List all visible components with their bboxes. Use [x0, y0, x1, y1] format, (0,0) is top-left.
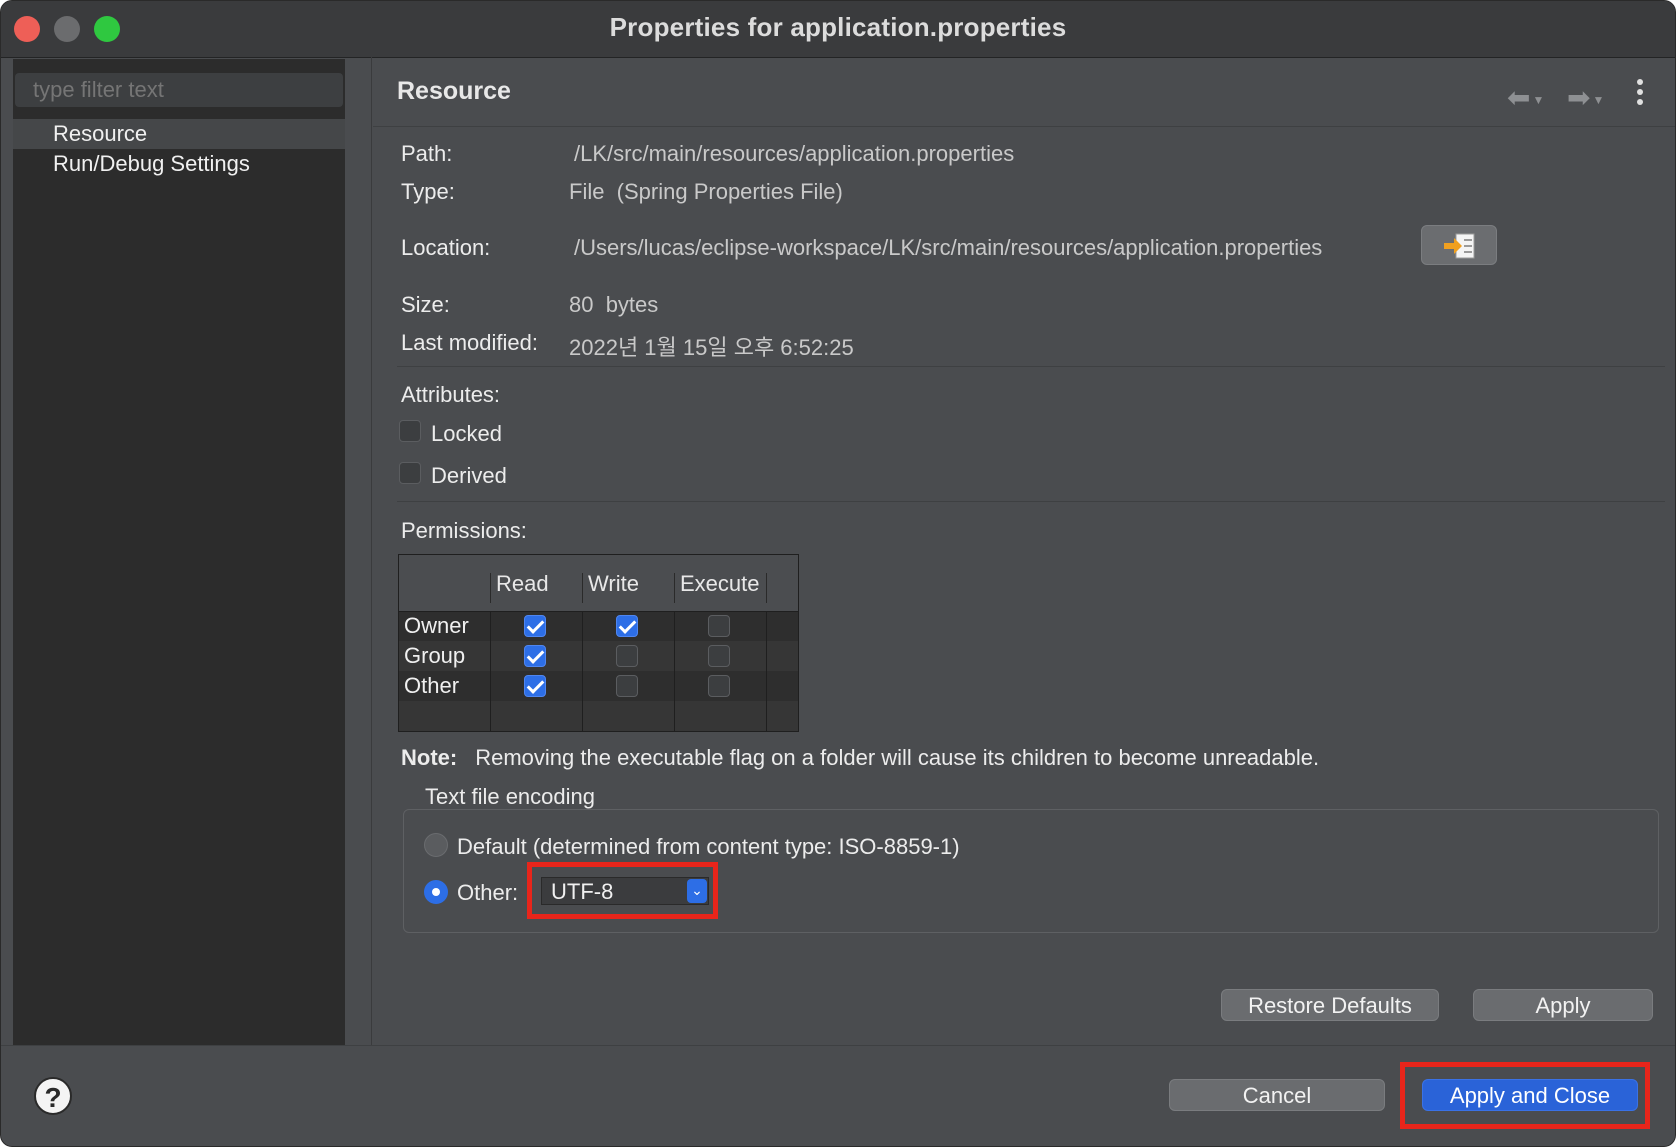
other-encoding-label[interactable]: Other: — [457, 880, 518, 906]
location-value: /Users/lucas/eclipse-workspace/LK/src/ma… — [574, 235, 1323, 260]
derived-checkbox[interactable] — [399, 462, 421, 484]
forward-button[interactable]: ➡ ▼ — [1567, 81, 1604, 114]
sidebar: Resource Run/Debug Settings — [13, 59, 345, 1045]
permissions-divider — [397, 501, 1665, 502]
group-write-checkbox[interactable] — [616, 645, 638, 667]
locked-checkbox[interactable] — [399, 420, 421, 442]
properties-dialog: Properties for application.properties Re… — [0, 0, 1676, 1147]
default-encoding-label[interactable]: Default (determined from content type: I… — [457, 834, 960, 860]
restore-defaults-button[interactable]: Restore Defaults — [1221, 989, 1439, 1021]
apply-close-highlight-box — [1400, 1062, 1650, 1129]
help-icon[interactable]: ? — [34, 1077, 72, 1115]
owner-write-checkbox[interactable] — [616, 615, 638, 637]
attributes-divider — [397, 366, 1665, 367]
column-separator — [674, 573, 675, 603]
path-value: /LK/src/main/resources/application.prope… — [574, 141, 1015, 166]
column-header-execute[interactable]: Execute — [680, 571, 760, 597]
note-text: Removing the executable flag on a folder… — [475, 745, 1320, 770]
permission-row-group: Group — [399, 641, 798, 671]
filter-input[interactable] — [15, 73, 343, 107]
group-read-checkbox[interactable] — [524, 645, 546, 667]
column-separator — [766, 573, 767, 603]
default-encoding-radio[interactable] — [424, 833, 448, 857]
owner-read-checkbox[interactable] — [524, 615, 546, 637]
open-location-icon — [1444, 233, 1475, 259]
size-label: Size: — [401, 292, 450, 317]
type-label: Type: — [401, 179, 455, 204]
derived-label[interactable]: Derived — [431, 463, 507, 489]
column-header-read[interactable]: Read — [496, 571, 549, 597]
permission-row-other: Other — [399, 671, 798, 701]
sidebar-item-run-debug-settings[interactable]: Run/Debug Settings — [13, 149, 345, 179]
size-value: 80 bytes — [569, 292, 659, 317]
apply-button[interactable]: Apply — [1473, 989, 1653, 1021]
path-label: Path: — [401, 141, 453, 166]
row-label-group: Group — [404, 643, 466, 668]
text-file-encoding-label: Text file encoding — [425, 784, 595, 809]
permissions-note: Note: Removing the executable flag on a f… — [401, 745, 1319, 771]
footer-divider — [1, 1045, 1675, 1046]
other-encoding-radio[interactable] — [424, 880, 448, 904]
permission-row-empty — [399, 701, 798, 731]
group-execute-checkbox[interactable] — [708, 645, 730, 667]
column-header-write[interactable]: Write — [588, 571, 639, 597]
chevron-down-icon: ▼ — [1592, 92, 1605, 107]
sidebar-item-resource[interactable]: Resource — [13, 119, 345, 149]
last-modified-label: Last modified: — [401, 330, 538, 355]
row-label-owner: Owner — [404, 613, 469, 638]
pane-divider[interactable] — [371, 57, 372, 1045]
location-label: Location: — [401, 235, 491, 260]
column-separator — [766, 611, 767, 731]
back-button[interactable]: ⬅ ▼ — [1507, 81, 1544, 114]
cancel-button[interactable]: Cancel — [1169, 1079, 1385, 1111]
permissions-table-header: Read Write Execute — [399, 555, 798, 612]
column-separator — [582, 611, 583, 731]
permission-row-owner: Owner — [399, 611, 798, 641]
permissions-table: Read Write Execute Owner Group Other — [398, 554, 799, 732]
other-read-checkbox[interactable] — [524, 675, 546, 697]
type-value: File (Spring Properties File) — [569, 179, 843, 204]
page-title: Resource — [397, 77, 511, 105]
arrow-right-icon: ➡ — [1567, 82, 1591, 113]
last-modified-value: 2022년 1월 15일 오후 6:52:25 — [569, 335, 854, 360]
column-separator — [490, 611, 491, 731]
other-execute-checkbox[interactable] — [708, 675, 730, 697]
column-separator — [582, 573, 583, 603]
title-bar: Properties for application.properties — [1, 1, 1675, 58]
view-menu-button[interactable] — [1635, 77, 1647, 114]
show-in-system-explorer-button[interactable] — [1421, 225, 1497, 265]
window-title: Properties for application.properties — [609, 12, 1067, 42]
more-vertical-icon — [1637, 79, 1643, 105]
chevron-down-icon: ▼ — [1532, 92, 1545, 107]
locked-label[interactable]: Locked — [431, 421, 502, 447]
attributes-label: Attributes: — [401, 382, 501, 407]
encoding-highlight-box — [527, 862, 718, 919]
header-divider — [373, 126, 1675, 127]
column-separator — [490, 573, 491, 603]
note-label: Note: — [401, 745, 458, 770]
arrow-left-icon: ⬅ — [1507, 82, 1531, 113]
other-write-checkbox[interactable] — [616, 675, 638, 697]
owner-execute-checkbox[interactable] — [708, 615, 730, 637]
row-label-other: Other — [404, 673, 460, 698]
permissions-label: Permissions: — [401, 518, 527, 543]
column-separator — [674, 611, 675, 731]
